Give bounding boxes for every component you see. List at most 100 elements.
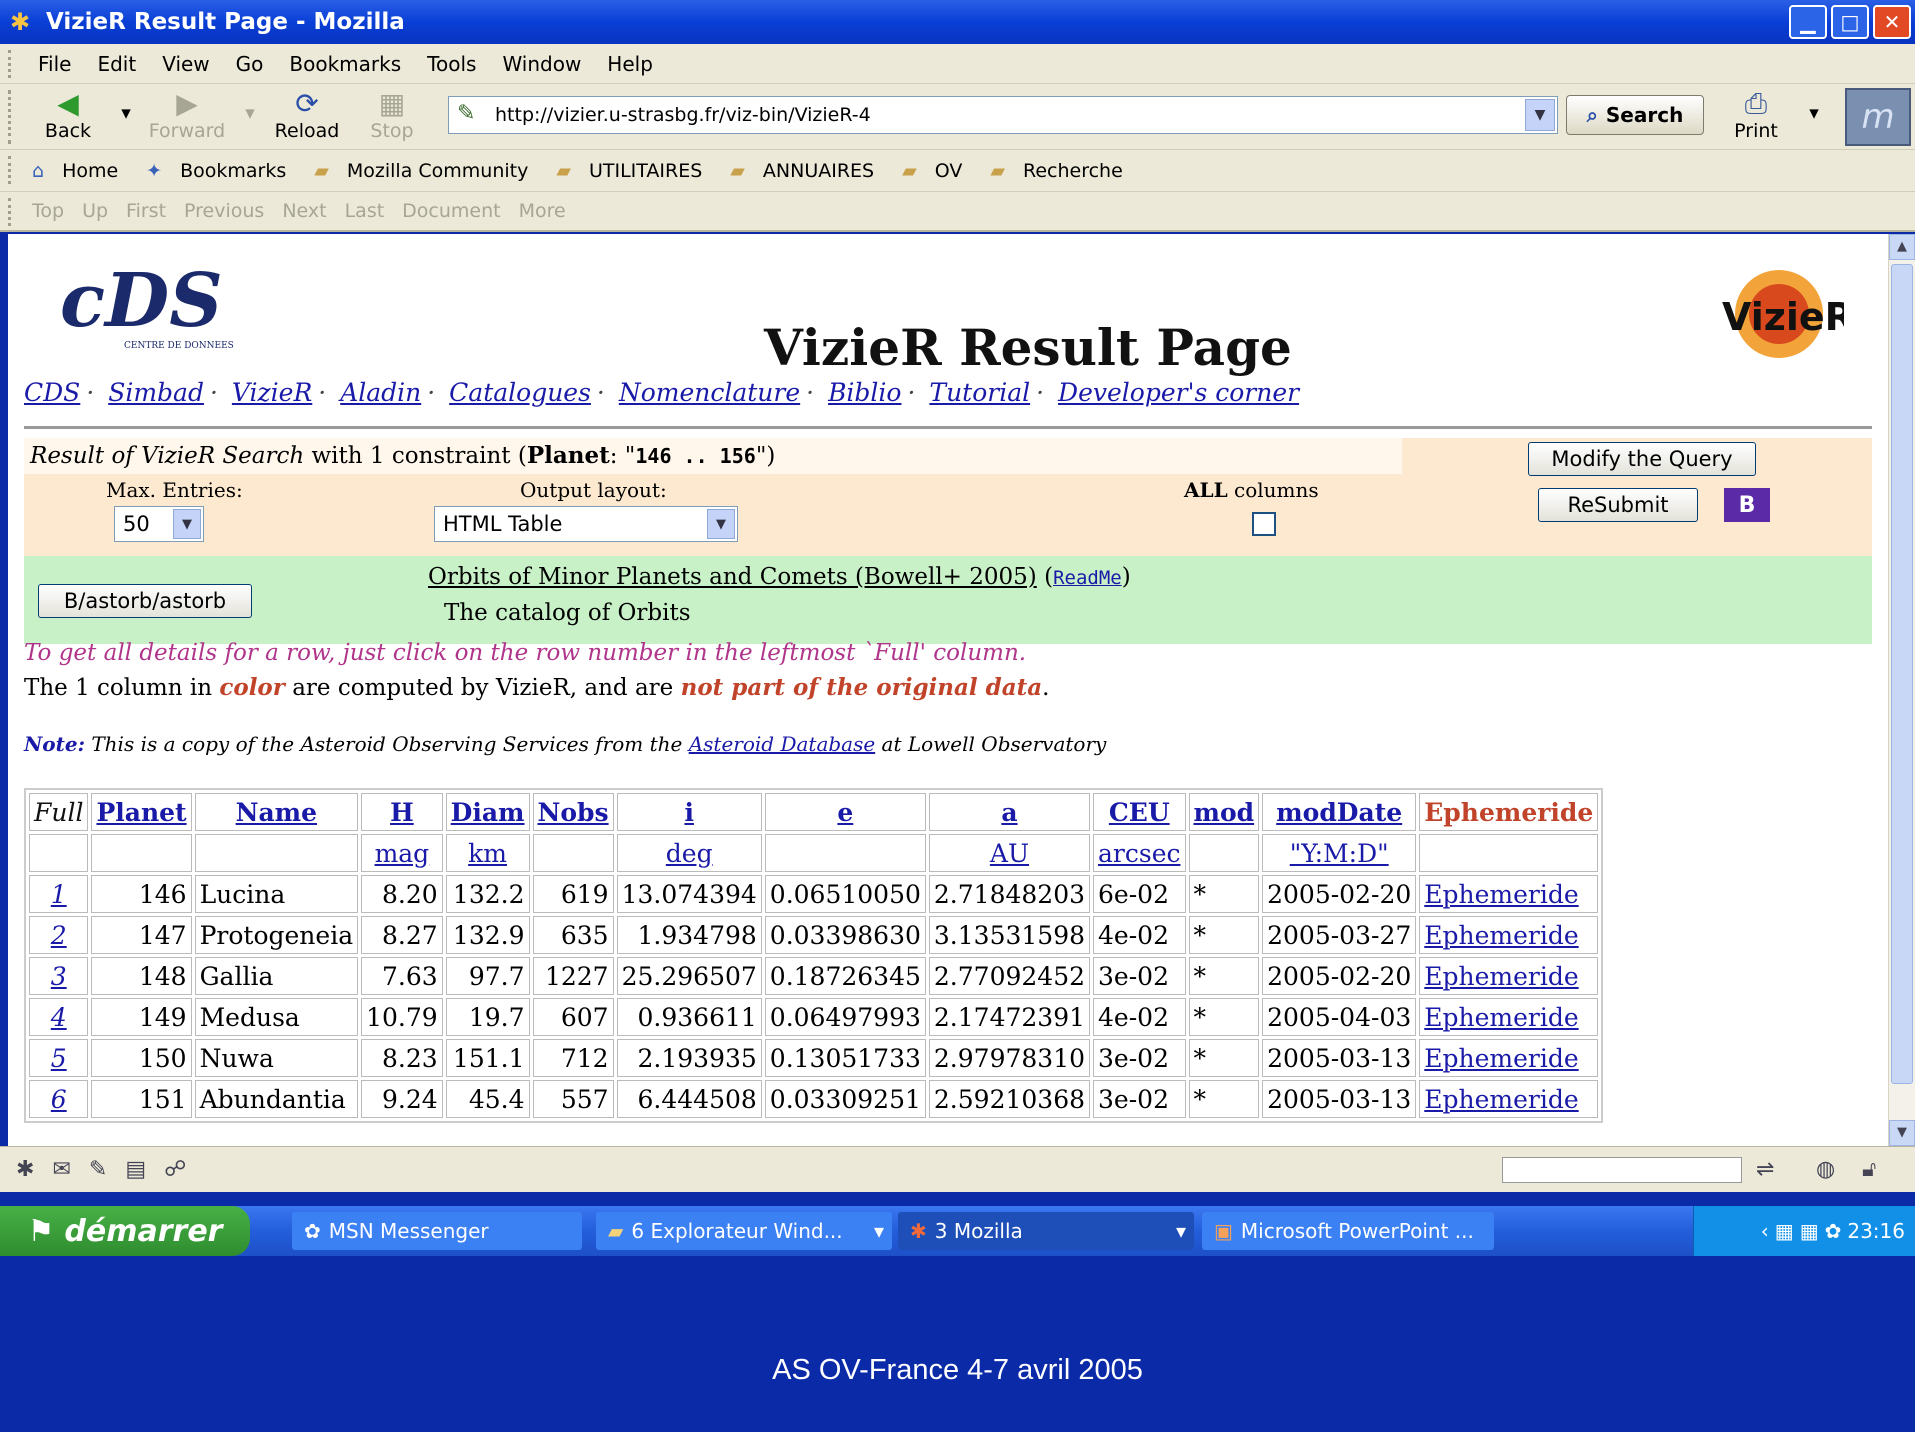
- menu-bookmarks[interactable]: Bookmarks: [289, 52, 401, 76]
- sitenav-previous[interactable]: Previous: [184, 200, 264, 222]
- link-tutorial[interactable]: Tutorial: [929, 378, 1030, 407]
- vertical-scrollbar[interactable]: ▲ ▼: [1888, 234, 1915, 1146]
- reload-button[interactable]: ⟳ Reload: [270, 88, 344, 143]
- col-planet[interactable]: Planet: [91, 793, 192, 831]
- catalog-id-button[interactable]: B/astorb/astorb: [38, 584, 252, 618]
- network-icon[interactable]: ▦: [1775, 1219, 1794, 1243]
- menu-window[interactable]: Window: [502, 52, 581, 76]
- clock[interactable]: 23:16: [1847, 1219, 1905, 1243]
- task-mozilla[interactable]: ✱ 3 Mozilla ▾: [898, 1212, 1194, 1250]
- link-vizier[interactable]: VizieR: [232, 378, 312, 407]
- task-explorer[interactable]: ▰ 6 Explorateur Wind... ▾: [596, 1212, 892, 1250]
- modify-query-button[interactable]: Modify the Query: [1528, 442, 1756, 476]
- sitenav-document[interactable]: Document: [402, 200, 500, 222]
- asteroid-database-link[interactable]: Asteroid Database: [689, 732, 875, 756]
- cell-full-link[interactable]: 4: [29, 998, 89, 1036]
- stop-button[interactable]: ▦ Stop: [366, 88, 418, 143]
- cds-logo[interactable]: cDS CENTRE DE DONNEES: [60, 262, 242, 358]
- composer-icon[interactable]: ✎: [89, 1157, 107, 1182]
- link-aladin[interactable]: Aladin: [340, 378, 421, 407]
- bookmark-recherche[interactable]: ▰ Recherche: [990, 160, 1136, 182]
- forward-button[interactable]: ▶ Forward: [144, 88, 230, 143]
- col-mod[interactable]: mod: [1188, 793, 1260, 831]
- sitenav-more[interactable]: More: [519, 200, 566, 222]
- toolbar-grip[interactable]: [8, 198, 16, 226]
- security-lock-icon[interactable]: 🔓︎: [1862, 1157, 1876, 1182]
- toolbar-grip[interactable]: [8, 90, 16, 144]
- unit-au[interactable]: AU: [928, 834, 1091, 872]
- bookmark-bookmarks[interactable]: ✦ Bookmarks: [146, 160, 300, 182]
- sitenav-first[interactable]: First: [126, 200, 166, 222]
- msn-tray-icon[interactable]: ✿: [1825, 1219, 1842, 1243]
- link-biblio[interactable]: Biblio: [828, 378, 901, 407]
- address-book-icon[interactable]: ▤: [125, 1157, 146, 1182]
- col-i[interactable]: i: [616, 793, 762, 831]
- chevron-down-icon[interactable]: ▼: [707, 509, 735, 539]
- print-dropdown-icon[interactable]: ▾: [1804, 102, 1824, 124]
- sitenav-last[interactable]: Last: [345, 200, 385, 222]
- toolbar-grip[interactable]: [8, 156, 16, 184]
- col-nobs[interactable]: Nobs: [532, 793, 614, 831]
- catalog-title-link[interactable]: Orbits of Minor Planets and Comets (Bowe…: [428, 564, 1037, 590]
- col-ceu[interactable]: CEU: [1093, 793, 1186, 831]
- sitenav-top[interactable]: Top: [32, 200, 64, 222]
- output-layout-select[interactable]: HTML Table ▼: [434, 506, 738, 542]
- bookmark-mozilla-community[interactable]: ▰ Mozilla Community: [314, 160, 542, 182]
- unit-arcsec[interactable]: arcsec: [1093, 834, 1186, 872]
- menu-edit[interactable]: Edit: [97, 52, 136, 76]
- vizier-logo[interactable]: VizieR: [1714, 264, 1844, 364]
- b-button[interactable]: B: [1724, 488, 1770, 522]
- toolbar-grip[interactable]: [8, 50, 16, 78]
- cell-full-link[interactable]: 5: [29, 1039, 89, 1077]
- irc-icon[interactable]: ☍: [164, 1157, 186, 1182]
- cell-full-link[interactable]: 1: [29, 875, 89, 913]
- cell-full-link[interactable]: 3: [29, 957, 89, 995]
- cell-full-link[interactable]: 2: [29, 916, 89, 954]
- url-field[interactable]: ✎ http://vizier.u-strasbg.fr/viz-bin/Viz…: [448, 96, 1558, 134]
- col-h[interactable]: H: [361, 793, 443, 831]
- bookmark-annuaires[interactable]: ▰ ANNUAIRES: [730, 160, 888, 182]
- cell-ephemeride-link[interactable]: Ephemeride: [1419, 1039, 1599, 1077]
- navigator-icon[interactable]: ✱: [16, 1157, 34, 1182]
- maximize-button[interactable]: □: [1831, 5, 1869, 39]
- close-button[interactable]: ✕: [1873, 5, 1911, 39]
- bookmark-home[interactable]: ⌂ Home: [32, 160, 132, 182]
- print-button[interactable]: ⎙ Print: [1728, 88, 1784, 143]
- cell-ephemeride-link[interactable]: Ephemeride: [1419, 916, 1599, 954]
- online-icon[interactable]: ⇌: [1756, 1157, 1774, 1182]
- link-catalogues[interactable]: Catalogues: [449, 378, 591, 407]
- scroll-down-icon[interactable]: ▼: [1889, 1120, 1915, 1146]
- col-moddate[interactable]: modDate: [1262, 793, 1417, 831]
- search-button[interactable]: ⌕ Search: [1566, 95, 1704, 135]
- col-e[interactable]: e: [764, 793, 926, 831]
- bookmark-utilitaires[interactable]: ▰ UTILITAIRES: [556, 160, 716, 182]
- unit-ymd[interactable]: "Y:M:D": [1262, 834, 1417, 872]
- task-powerpoint[interactable]: ▣ Microsoft PowerPoint ...: [1202, 1212, 1494, 1250]
- task-msn-messenger[interactable]: ✿ MSN Messenger: [292, 1212, 582, 1250]
- cell-ephemeride-link[interactable]: Ephemeride: [1419, 998, 1599, 1036]
- sitenav-up[interactable]: Up: [82, 200, 108, 222]
- col-a[interactable]: a: [928, 793, 1091, 831]
- cell-ephemeride-link[interactable]: Ephemeride: [1419, 957, 1599, 995]
- menu-help[interactable]: Help: [607, 52, 653, 76]
- cell-full-link[interactable]: 6: [29, 1080, 89, 1118]
- col-name[interactable]: Name: [194, 793, 359, 831]
- menu-go[interactable]: Go: [236, 52, 264, 76]
- network-icon[interactable]: ▦: [1800, 1219, 1819, 1243]
- link-nomenclature[interactable]: Nomenclature: [619, 378, 800, 407]
- mozilla-throbber-icon[interactable]: m: [1845, 88, 1911, 146]
- all-columns-checkbox[interactable]: [1252, 512, 1276, 536]
- tray-expand-icon[interactable]: ‹: [1761, 1219, 1769, 1243]
- minimize-button[interactable]: ▁: [1789, 5, 1827, 39]
- bookmark-ov[interactable]: ▰ OV: [902, 160, 976, 182]
- link-cds[interactable]: CDS: [24, 378, 80, 407]
- menu-view[interactable]: View: [162, 52, 209, 76]
- cell-ephemeride-link[interactable]: Ephemeride: [1419, 1080, 1599, 1118]
- chevron-down-icon[interactable]: ▼: [173, 509, 201, 539]
- cell-ephemeride-link[interactable]: Ephemeride: [1419, 875, 1599, 913]
- back-button[interactable]: ◀ Back: [40, 88, 96, 143]
- mail-icon[interactable]: ✉: [52, 1157, 70, 1182]
- link-simbad[interactable]: Simbad: [108, 378, 204, 407]
- scroll-thumb[interactable]: [1891, 264, 1913, 1084]
- unit-mag[interactable]: mag: [361, 834, 443, 872]
